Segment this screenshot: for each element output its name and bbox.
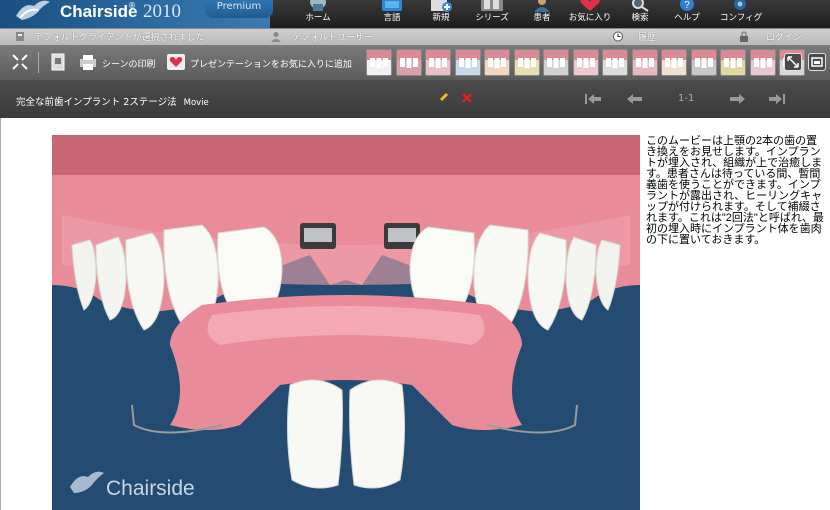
- login-lock-icon: [740, 31, 748, 42]
- nav-favorites-label: お気に入り: [568, 13, 612, 23]
- history-link[interactable]: 履歴: [638, 30, 656, 43]
- nav-help-label: ヘルプ: [674, 13, 700, 23]
- tooth-thumbnail-icon: [632, 50, 657, 68]
- expand-icon: [787, 56, 799, 68]
- nav-config-button[interactable]: コンフィグ: [720, 0, 763, 28]
- scene-thumbnail[interactable]: [425, 49, 451, 76]
- history-clock-icon: [613, 31, 623, 42]
- nav-home-label: ホーム: [305, 13, 331, 23]
- scene-thumbnail[interactable]: [366, 49, 392, 76]
- nav-series-button[interactable]: シリーズ: [474, 0, 510, 28]
- toolbar-divider: [38, 52, 39, 73]
- nav-home-button[interactable]: ホーム: [300, 0, 336, 28]
- delete-x-icon[interactable]: [462, 93, 472, 103]
- tooth-thumbnail-icon: [662, 50, 686, 68]
- scene-thumbnail[interactable]: [572, 49, 599, 76]
- scene-thumbnail[interactable]: [749, 49, 776, 76]
- tooth-thumbnail-icon: [691, 50, 716, 68]
- language-icon: [382, 0, 402, 11]
- page-indicator: 1-1: [678, 93, 695, 104]
- nav-patient-label: 患者: [533, 13, 551, 23]
- series-icon: [481, 0, 503, 11]
- client-icon: [16, 32, 24, 41]
- scene-thumbnail[interactable]: [720, 49, 746, 76]
- edit-pencil-icon[interactable]: [437, 92, 449, 104]
- movie-description: このムービーは上顎の2本の歯の置き換えをお見せします。インプラントが埋入され、組…: [646, 135, 824, 246]
- collapse-view-icon[interactable]: [10, 52, 30, 72]
- screen-mode-icon: [811, 57, 823, 67]
- tooth-thumbnail-icon: [485, 50, 509, 68]
- nav-help-button[interactable]: ? ヘルプ: [672, 0, 702, 28]
- scene-thumbnail[interactable]: [484, 49, 510, 76]
- scene-thumbnail[interactable]: [543, 49, 569, 76]
- movie-viewer[interactable]: Chairside: [52, 135, 640, 510]
- new-icon: [431, 0, 452, 12]
- movie-type-label: Movie: [183, 98, 209, 108]
- nav-new-button[interactable]: 新規: [426, 0, 456, 28]
- scene-thumbnail[interactable]: [454, 49, 481, 76]
- tooth-thumbnail-icon: [573, 50, 598, 68]
- scene-toolbar: シーンの印刷 プレゼンテーションをお気に入りに追加: [0, 45, 830, 80]
- scene-thumbnail[interactable]: [513, 49, 540, 76]
- print-scene-button[interactable]: シーンの印刷: [102, 57, 156, 70]
- tooth-thumbnail-icon: [603, 50, 627, 68]
- favorites-icon: [580, 0, 600, 11]
- user-status-text: デフォルトユーザー: [292, 33, 373, 43]
- next-page-icon[interactable]: [728, 93, 746, 105]
- tooth-thumbnail-icon: [367, 50, 391, 68]
- tooth-thumbnail-icon: [721, 50, 745, 68]
- premium-badge: Premium: [205, 0, 273, 18]
- config-icon: [734, 0, 746, 10]
- document-icon[interactable]: [48, 52, 68, 72]
- scene-thumbnail[interactable]: [631, 49, 658, 76]
- status-bar: デフォルトクライアントが選択されました デフォルトユーザー 履歴 ログイン: [0, 28, 830, 46]
- nav-new-label: 新規: [432, 13, 450, 23]
- movie-title-bar: 完全な前歯インプラント 2ステージ法 Movie 1-1: [0, 80, 830, 118]
- help-icon: ?: [680, 0, 694, 11]
- nav-config-label: コンフィグ: [720, 13, 763, 23]
- tooth-thumbnail-icon: [514, 50, 539, 68]
- patient-icon: [534, 0, 550, 12]
- tooth-thumbnail-icon: [396, 50, 421, 68]
- chairside-logo-icon: [16, 0, 50, 21]
- print-icon[interactable]: [78, 52, 98, 72]
- nav-search-button[interactable]: 検索: [624, 0, 656, 28]
- nav-favorites-button[interactable]: お気に入り: [568, 0, 612, 28]
- movie-title: 完全な前歯インプラント 2ステージ法 Movie: [16, 94, 209, 108]
- client-status-text: デフォルトクライアントが選択されました: [34, 33, 205, 43]
- previous-page-icon[interactable]: [626, 93, 644, 105]
- scene-thumbnail[interactable]: [395, 49, 422, 76]
- search-icon: [632, 0, 649, 12]
- nav-language-label: 言語: [383, 13, 401, 23]
- nav-patient-button[interactable]: 患者: [528, 0, 556, 28]
- nav-language-button[interactable]: 言語: [377, 0, 407, 28]
- chairside-watermark: Chairside: [106, 477, 195, 500]
- scene-thumbnail[interactable]: [661, 49, 687, 76]
- expand-button[interactable]: [784, 53, 802, 71]
- scene-thumbnail[interactable]: [602, 49, 628, 76]
- tooth-thumbnail-icon: [455, 50, 480, 68]
- movie-title-text: 完全な前歯インプラント 2ステージ法: [16, 97, 177, 108]
- brand-trademark: ®: [128, 1, 136, 10]
- brand-year: 2010: [143, 1, 181, 22]
- nav-series-label: シリーズ: [475, 13, 509, 23]
- content-border: [0, 118, 1, 510]
- scene-thumbnail[interactable]: [690, 49, 717, 76]
- tooth-thumbnail-icon: [750, 50, 775, 68]
- dental-implant-illustration: Chairside: [52, 135, 640, 500]
- tooth-thumbnail-icon: [426, 50, 450, 68]
- app-header: Chairside ® 2010 Premium ホーム 言語 新規 シリーズ …: [0, 0, 830, 28]
- login-link[interactable]: ログイン: [766, 30, 802, 43]
- nav-search-label: 検索: [631, 13, 649, 23]
- brand-name: Chairside: [60, 2, 138, 21]
- svg-text:?: ?: [684, 0, 690, 11]
- screen-mode-button[interactable]: [808, 53, 826, 71]
- add-to-favorites-button[interactable]: プレゼンテーションをお気に入りに追加: [190, 57, 352, 70]
- favorite-heart-icon[interactable]: [166, 52, 186, 72]
- home-icon: [310, 0, 326, 11]
- user-icon: [271, 32, 281, 42]
- tooth-thumbnail-icon: [544, 50, 568, 68]
- last-page-icon[interactable]: [768, 93, 786, 105]
- first-page-icon[interactable]: [584, 93, 602, 105]
